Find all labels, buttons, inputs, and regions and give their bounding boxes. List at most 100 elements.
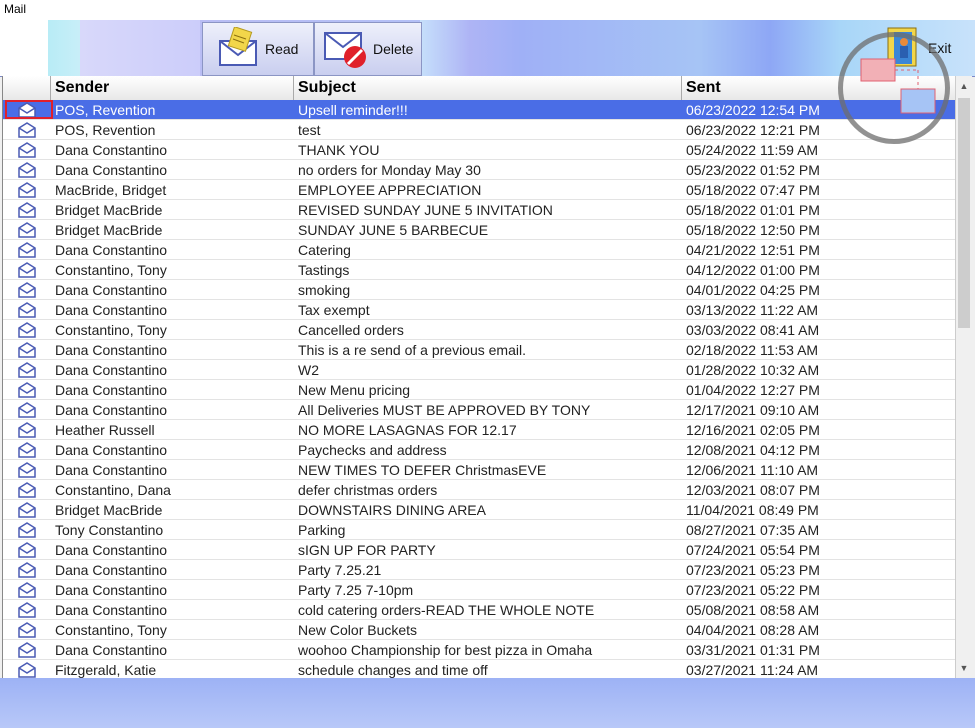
table-row[interactable]: Bridget MacBride REVISED SUNDAY JUNE 5 IN…	[3, 200, 956, 220]
row-subject: test	[298, 122, 321, 138]
scroll-down-icon[interactable]: ▼	[956, 660, 972, 676]
vertical-scrollbar[interactable]: ▲ ▼	[955, 76, 972, 678]
footer-bar	[0, 678, 975, 728]
row-subject: This is a re send of a previous email.	[298, 342, 526, 358]
row-sender: POS, Revention	[55, 122, 156, 138]
row-sender: Bridget MacBride	[55, 222, 163, 238]
table-row[interactable]: Dana Constantino W2 01/28/2022 10:32 AM	[3, 360, 956, 380]
envelope-open-icon	[15, 462, 39, 478]
row-sent: 12/03/2021 08:07 PM	[686, 482, 820, 498]
row-sent: 06/23/2022 12:21 PM	[686, 122, 820, 138]
table-row[interactable]: Constantino, Tony Tastings 04/12/2022 01:0…	[3, 260, 956, 280]
table-row[interactable]: Dana Constantino This is a re send of a p…	[3, 340, 956, 360]
row-sender: Constantino, Tony	[55, 322, 167, 338]
row-sender: Dana Constantino	[55, 362, 168, 378]
envelope-open-icon	[15, 642, 39, 658]
table-row[interactable]: Dana Constantino NEW TIMES TO DEFER Chris…	[3, 460, 956, 480]
table-row[interactable]: Dana Constantino THANK YOU 05/24/2022 11:5…	[3, 140, 956, 160]
table-row[interactable]: Heather Russell NO MORE LASAGNAS FOR 12.1…	[3, 420, 956, 440]
row-sent: 01/28/2022 10:32 AM	[686, 362, 820, 378]
row-subject: no orders for Monday May 30	[298, 162, 481, 178]
table-row[interactable]: Dana Constantino smoking 04/01/2022 04:25 …	[3, 280, 956, 300]
table-row[interactable]: Dana Constantino New Menu pricing 01/04/20…	[3, 380, 956, 400]
table-row[interactable]: MacBride, Bridget EMPLOYEE APPRECIATION 05…	[3, 180, 956, 200]
row-subject: DOWNSTAIRS DINING AREA	[298, 502, 486, 518]
table-row[interactable]: Dana Constantino Party 7.25.21 07/23/2021 …	[3, 560, 956, 580]
table-row[interactable]: Bridget MacBride DOWNSTAIRS DINING AREA 11…	[3, 500, 956, 520]
row-sender: Dana Constantino	[55, 442, 168, 458]
envelope-read-icon	[219, 27, 257, 66]
table-row[interactable]: Dana Constantino woohoo Championship for …	[3, 640, 956, 660]
row-sent: 02/18/2022 11:53 AM	[686, 342, 819, 358]
window-title: Mail	[4, 2, 27, 16]
row-subject: New Menu pricing	[298, 382, 411, 398]
envelope-open-icon	[15, 522, 39, 538]
envelope-open-icon	[15, 122, 39, 138]
table-row[interactable]: Dana Constantino cold catering orders-REA…	[3, 600, 956, 620]
row-sent: 04/01/2022 04:25 PM	[686, 282, 820, 298]
read-button[interactable]: Read	[202, 22, 314, 76]
row-sent: 05/18/2022 12:50 PM	[686, 222, 820, 238]
row-subject: All Deliveries MUST BE APPROVED BY TONY	[298, 402, 591, 418]
scroll-thumb[interactable]	[958, 98, 970, 328]
selection-highlight	[5, 100, 53, 119]
row-sender: Dana Constantino	[55, 602, 168, 618]
table-row[interactable]: Dana Constantino Party 7.25 7-10pm 07/23/2…	[3, 580, 956, 600]
row-subject: smoking	[298, 282, 351, 298]
envelope-open-icon	[15, 142, 39, 158]
row-sent: 03/13/2022 11:22 AM	[686, 302, 819, 318]
row-subject: cold catering orders-READ THE WHOLE NOTE	[298, 602, 595, 618]
table-row[interactable]: Dana Constantino Tax exempt 03/13/2022 11:…	[3, 300, 956, 320]
scroll-up-icon[interactable]: ▲	[956, 78, 972, 94]
header-icon-column	[3, 76, 51, 100]
remote-control-overlay-icon	[838, 32, 950, 144]
table-row[interactable]: Dana Constantino Paychecks and address 12/…	[3, 440, 956, 460]
mail-list: Sender Subject Sent POS, Revention Upsell…	[2, 76, 956, 678]
row-sent: 05/24/2022 11:59 AM	[686, 142, 819, 158]
row-sent: 03/03/2022 08:41 AM	[686, 322, 820, 338]
row-subject: sIGN UP FOR PARTY	[298, 542, 436, 558]
table-row[interactable]: Dana Constantino Catering 04/21/2022 12:51…	[3, 240, 956, 260]
envelope-open-icon	[15, 382, 39, 398]
row-sent: 03/31/2021 01:31 PM	[686, 642, 820, 658]
table-row[interactable]: Dana Constantino sIGN UP FOR PARTY 07/24/2…	[3, 540, 956, 560]
row-sent: 12/08/2021 04:12 PM	[686, 442, 820, 458]
table-row[interactable]: Constantino, Tony New Color Buckets 04/04/…	[3, 620, 956, 640]
row-subject: Tastings	[298, 262, 350, 278]
row-sent: 01/04/2022 12:27 PM	[686, 382, 820, 398]
row-sender: Dana Constantino	[55, 542, 168, 558]
envelope-open-icon	[15, 362, 39, 378]
envelope-open-icon	[15, 442, 39, 458]
envelope-open-icon	[15, 182, 39, 198]
row-sent: 05/18/2022 01:01 PM	[686, 202, 820, 218]
window-titlebar: Mail	[0, 0, 975, 20]
envelope-delete-icon	[324, 32, 366, 68]
table-row[interactable]: Dana Constantino All Deliveries MUST BE A…	[3, 400, 956, 420]
table-row[interactable]: Fitzgerald, Katie schedule changes and ti…	[3, 660, 956, 678]
table-row[interactable]: POS, Revention Upsell reminder!!! 06/23/20…	[3, 100, 956, 120]
table-row[interactable]: Bridget MacBride SUNDAY JUNE 5 BARBECUE 05…	[3, 220, 956, 240]
row-sent: 05/18/2022 07:47 PM	[686, 182, 820, 198]
row-sender: Bridget MacBride	[55, 202, 163, 218]
row-sender: POS, Revention	[55, 102, 156, 118]
row-sender: Heather Russell	[55, 422, 155, 438]
table-header: Sender Subject Sent	[3, 76, 956, 101]
row-sender: Constantino, Dana	[55, 482, 171, 498]
table-row[interactable]: Dana Constantino no orders for Monday May…	[3, 160, 956, 180]
table-row[interactable]: Tony Constantino Parking 08/27/2021 07:35 …	[3, 520, 956, 540]
table-row[interactable]: POS, Revention test 06/23/2022 12:21 PM	[3, 120, 956, 140]
envelope-open-icon	[15, 322, 39, 338]
row-subject: Tax exempt	[298, 302, 370, 318]
row-sent: 06/23/2022 12:54 PM	[686, 102, 820, 118]
table-row[interactable]: Constantino, Tony Cancelled orders 03/03/2…	[3, 320, 956, 340]
row-sent: 08/27/2021 07:35 AM	[686, 522, 820, 538]
row-subject: Paychecks and address	[298, 442, 447, 458]
header-sender[interactable]: Sender	[51, 76, 294, 100]
header-subject[interactable]: Subject	[294, 76, 682, 100]
row-sender: Dana Constantino	[55, 342, 168, 358]
table-row[interactable]: Constantino, Dana defer christmas orders 1…	[3, 480, 956, 500]
row-sender: Dana Constantino	[55, 162, 168, 178]
delete-button[interactable]: Delete	[314, 22, 422, 76]
row-sender: Dana Constantino	[55, 142, 168, 158]
row-sent: 04/21/2022 12:51 PM	[686, 242, 820, 258]
